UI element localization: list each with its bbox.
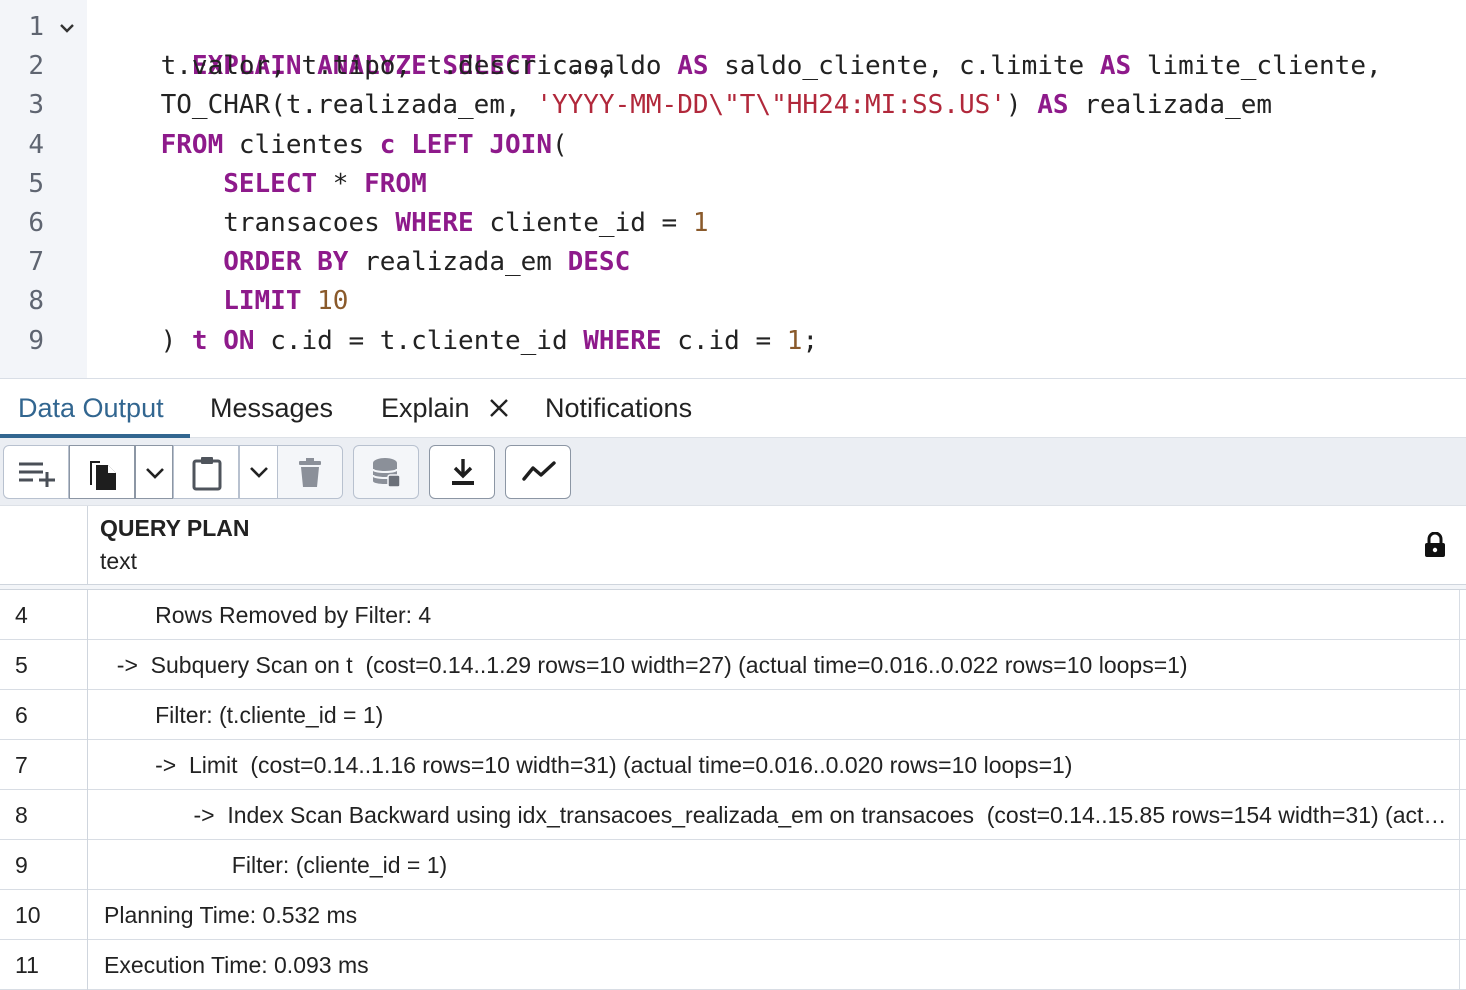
query-plan-cell[interactable]: Filter: (t.cliente_id = 1) (89, 690, 1460, 740)
table-row[interactable]: 6 Filter: (t.cliente_id = 1) (0, 690, 1466, 740)
chevron-down-icon (250, 467, 268, 478)
table-row[interactable]: 5 -> Subquery Scan on t (cost=0.14..1.29… (0, 640, 1466, 690)
results-tab-bar: Data Output Messages Explain Notificatio… (0, 378, 1466, 438)
paste-options-and-delete (239, 445, 343, 499)
row-number[interactable]: 10 (0, 890, 88, 940)
tab-notifications[interactable]: Notifications (545, 379, 692, 439)
sql-editor[interactable]: 1 EXPLAIN ANALYZE SELECT c.saldo AS sald… (0, 0, 1466, 378)
code-line-6[interactable]: 6 transacoes WHERE cliente_id = 1 (0, 204, 1466, 243)
row-number[interactable]: 9 (0, 840, 88, 890)
paste-button[interactable] (173, 445, 239, 499)
query-plan-cell[interactable]: -> Limit (cost=0.14..1.16 rows=10 width=… (89, 740, 1460, 790)
tab-explain[interactable]: Explain (381, 379, 470, 439)
code-text: FROM clientes c LEFT JOIN( (98, 130, 568, 160)
query-plan-cell[interactable]: Filter: (cliente_id = 1) (89, 840, 1460, 890)
add-row-icon (19, 462, 55, 487)
download-icon (452, 459, 474, 485)
graph-visualiser-icon (522, 461, 556, 481)
query-plan-cell[interactable]: -> Index Scan Backward using idx_transac… (89, 790, 1460, 840)
line-number: 9 (28, 326, 44, 356)
column-name[interactable]: QUERY PLAN (100, 515, 250, 542)
copy-options-dropdown[interactable] (135, 445, 173, 499)
code-line-1[interactable]: 1 EXPLAIN ANALYZE SELECT c.saldo AS sald… (0, 8, 1466, 81)
line-number: 4 (28, 130, 44, 160)
save-data-icon (372, 458, 401, 488)
line-number: 5 (28, 169, 44, 199)
row-number[interactable]: 7 (0, 740, 88, 790)
code-line-7[interactable]: 7 ORDER BY realizada_em DESC (0, 243, 1466, 282)
query-plan-cell[interactable]: Rows Removed by Filter: 4 (89, 590, 1460, 640)
code-line-4[interactable]: 4 FROM clientes c LEFT JOIN( (0, 126, 1466, 165)
download-button[interactable] (429, 445, 495, 499)
table-row[interactable]: 7 -> Limit (cost=0.14..1.16 rows=10 widt… (0, 740, 1466, 790)
code-line-5[interactable]: 5 SELECT * FROM (0, 165, 1466, 204)
code-text: t.valor, t.tipo, t.descricao, (98, 51, 615, 81)
line-number: 1 (28, 12, 44, 42)
tab-data-output[interactable]: Data Output (18, 379, 164, 439)
code-text: ) t ON c.id = t.cliente_id WHERE c.id = … (98, 326, 819, 356)
results-grid: QUERY PLAN text 4 Rows Removed by Filter… (0, 506, 1466, 990)
line-number: 7 (28, 247, 44, 277)
row-number[interactable]: 5 (0, 640, 88, 690)
copy-icon (90, 461, 116, 490)
table-row[interactable]: 8 -> Index Scan Backward using idx_trans… (0, 790, 1466, 840)
table-row[interactable]: 10 Planning Time: 0.532 ms (0, 890, 1466, 940)
line-number: 3 (28, 90, 44, 120)
chevron-down-icon (146, 468, 164, 479)
code-text: TO_CHAR(t.realizada_em, 'YYYY-MM-DD\"T\"… (98, 90, 1273, 120)
line-number: 6 (28, 208, 44, 238)
code-text: SELECT * FROM (98, 169, 427, 199)
grid-header: QUERY PLAN text (0, 506, 1466, 585)
code-line-8[interactable]: 8 LIMIT 10 (0, 282, 1466, 321)
row-number[interactable]: 11 (0, 940, 88, 990)
data-output-toolbar (0, 438, 1466, 506)
graph-visualiser-button[interactable] (505, 445, 571, 499)
row-number[interactable]: 8 (0, 790, 88, 840)
table-row[interactable]: 9 Filter: (cliente_id = 1) (0, 840, 1466, 890)
code-line-9[interactable]: 9 ) t ON c.id = t.cliente_id WHERE c.id … (0, 322, 1466, 361)
table-row[interactable]: 11 Execution Time: 0.093 ms (0, 940, 1466, 990)
copy-button[interactable] (69, 445, 135, 499)
query-plan-cell[interactable]: Execution Time: 0.093 ms (89, 940, 1460, 990)
save-data-button[interactable] (353, 445, 419, 499)
line-number: 8 (28, 286, 44, 316)
row-number-header[interactable] (0, 506, 88, 585)
query-plan-cell[interactable]: -> Subquery Scan on t (cost=0.14..1.29 r… (89, 640, 1460, 690)
delete-button[interactable] (278, 446, 342, 498)
lock-icon (1425, 532, 1445, 557)
code-line-2[interactable]: 2 t.valor, t.tipo, t.descricao, (0, 47, 1466, 86)
paste-options-dropdown[interactable] (240, 446, 278, 498)
row-number[interactable]: 4 (0, 590, 88, 640)
delete-icon (299, 458, 321, 487)
column-type: text (100, 548, 138, 574)
code-text: ORDER BY realizada_em DESC (98, 247, 631, 277)
table-row[interactable]: 4 Rows Removed by Filter: 4 (0, 590, 1466, 640)
query-plan-cell[interactable]: Planning Time: 0.532 ms (89, 890, 1460, 940)
fold-chevron-down-icon[interactable] (56, 17, 78, 39)
line-number: 2 (28, 51, 44, 81)
close-icon[interactable] (488, 397, 510, 419)
code-line-3[interactable]: 3 TO_CHAR(t.realizada_em, 'YYYY-MM-DD\"T… (0, 86, 1466, 125)
paste-icon (192, 457, 222, 491)
add-row-button[interactable] (3, 445, 69, 499)
tab-messages[interactable]: Messages (210, 379, 333, 439)
code-text: LIMIT 10 (98, 286, 349, 316)
code-text: transacoes WHERE cliente_id = 1 (98, 208, 709, 238)
row-number[interactable]: 6 (0, 690, 88, 740)
